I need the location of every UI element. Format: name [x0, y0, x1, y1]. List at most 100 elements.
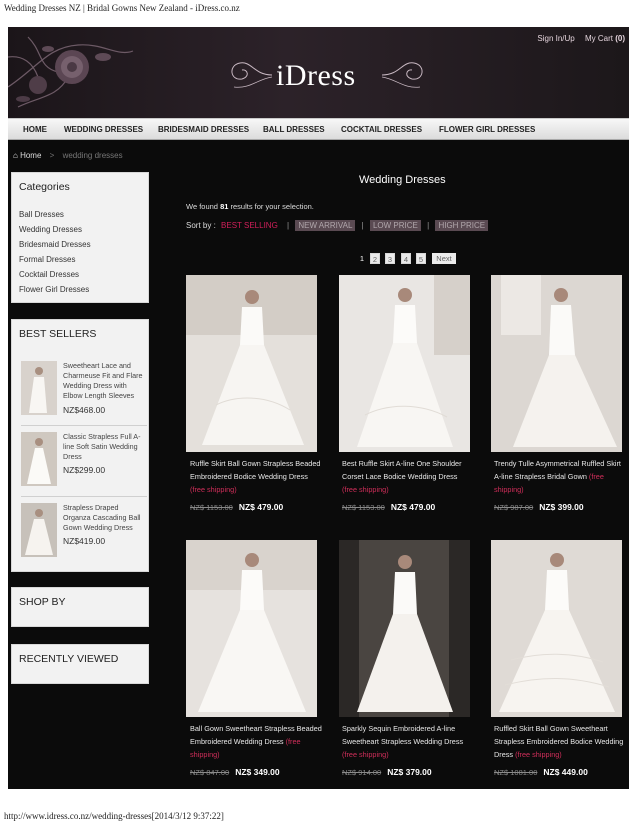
product-title[interactable]: Best Ruffle Skirt A-line One Shoulder Co… — [342, 457, 474, 496]
sort-bar: Sort by : BEST SELLING | NEW ARRIVAL | L… — [186, 220, 489, 231]
sale-price: NZ$ 349.00 — [235, 767, 280, 777]
product-price: NZ$ 847.00 NZ$ 349.00 — [190, 767, 280, 777]
original-price: NZ$ 1153.00 — [190, 503, 233, 512]
category-flower-girl-dresses[interactable]: Flower Girl Dresses — [19, 285, 89, 294]
breadcrumb-home[interactable]: Home — [20, 151, 41, 160]
product-name[interactable]: Ball Gown Sweetheart Strapless Beaded Em… — [190, 724, 322, 746]
best-seller-price: NZ$299.00 — [63, 465, 106, 475]
product-image[interactable] — [186, 275, 317, 452]
breadcrumb-current: wedding dresses — [62, 151, 123, 160]
sort-best-selling[interactable]: BEST SELLING — [218, 220, 281, 231]
site-header: iDress Sign In/Up My Cart (0) — [8, 27, 629, 118]
product-title[interactable]: Ruffled Skirt Ball Gown Sweetheart Strap… — [494, 722, 626, 761]
best-seller-name[interactable]: Classic Strapless Full A-line Soft Satin… — [63, 432, 147, 462]
sort-separator: | — [427, 221, 430, 230]
best-seller-price: NZ$468.00 — [63, 405, 106, 415]
cart-label: My Cart — [584, 34, 613, 43]
best-seller-thumbnail[interactable] — [21, 503, 57, 557]
product-title[interactable]: Ball Gown Sweetheart Strapless Beaded Em… — [190, 722, 322, 761]
sort-high-price[interactable]: HIGH PRICE — [435, 220, 489, 231]
product-price: NZ$ 1081.00 NZ$ 449.00 — [494, 767, 588, 777]
product-price: NZ$ 914.00 NZ$ 379.00 — [342, 767, 432, 777]
site-logo[interactable]: iDress — [276, 59, 356, 93]
nav-bridesmaid-dresses[interactable]: BRIDESMAID DRESSES — [158, 125, 249, 134]
page-link-3[interactable]: 3 — [385, 253, 395, 264]
divider — [21, 496, 147, 497]
browser-footer-url: http://www.idress.co.nz/wedding-dresses[… — [4, 811, 224, 821]
nav-flower-girl-dresses[interactable]: FLOWER GIRL DRESSES — [439, 125, 535, 134]
home-icon: ⌂ — [13, 151, 18, 160]
page-title: Wedding Dresses — [359, 174, 446, 186]
page-link-2[interactable]: 2 — [370, 253, 380, 264]
divider — [21, 425, 147, 426]
best-seller-name[interactable]: Sweetheart Lace and Charmeuse Fit and Fl… — [63, 361, 147, 401]
product-image[interactable] — [491, 540, 622, 717]
site-frame: iDress Sign In/Up My Cart (0) HOME WEDDI… — [8, 27, 629, 789]
best-seller-item[interactable]: Sweetheart Lace and Charmeuse Fit and Fl… — [21, 361, 147, 421]
cart-count: (0) — [615, 34, 625, 43]
sale-price: NZ$ 379.00 — [387, 767, 432, 777]
account-links: Sign In/Up My Cart (0) — [529, 34, 625, 43]
product-price: NZ$ 1153.00 NZ$ 479.00 — [190, 502, 283, 512]
sale-price: NZ$ 399.00 — [539, 502, 584, 512]
shop-by-box[interactable]: SHOP BY — [11, 587, 149, 627]
recently-viewed-title: RECENTLY VIEWED — [19, 653, 119, 665]
nav-cocktail-dresses[interactable]: COCKTAIL DRESSES — [341, 125, 422, 134]
sale-price: NZ$ 479.00 — [238, 502, 284, 512]
best-seller-thumbnail[interactable] — [21, 432, 57, 486]
sort-low-price[interactable]: LOW PRICE — [369, 220, 421, 231]
best-seller-item[interactable]: Classic Strapless Full A-line Soft Satin… — [21, 432, 147, 492]
logo-swirl-right-icon — [381, 62, 423, 88]
browser-page-title: Wedding Dresses NZ | Bridal Gowns New Ze… — [4, 3, 240, 13]
nav-wedding-dresses[interactable]: WEDDING DRESSES — [64, 125, 143, 134]
sort-separator: | — [361, 221, 364, 230]
product-name[interactable]: Ruffle Skirt Ball Gown Strapless Beaded … — [190, 459, 320, 481]
categories-box: Categories Ball Dresses Wedding Dresses … — [11, 172, 149, 303]
original-price: NZ$ 1153.00 — [342, 503, 385, 512]
page-link-5[interactable]: 5 — [416, 253, 426, 264]
result-count-number: 81 — [220, 202, 229, 211]
product-price: NZ$ 1153.00 NZ$ 479.00 — [342, 502, 435, 512]
free-shipping-label: (free shipping) — [515, 750, 562, 759]
product-name[interactable]: Sparkly Sequin Embroidered A-line Sweeth… — [342, 724, 463, 746]
free-shipping-label: (free shipping) — [190, 485, 237, 494]
breadcrumb-separator: > — [49, 151, 55, 160]
original-price: NZ$ 1081.00 — [494, 768, 538, 777]
best-sellers-box: BEST SELLERS Sweetheart Lace and Charmeu… — [11, 319, 149, 572]
product-image[interactable] — [186, 540, 317, 717]
result-count: We found 81 results for your selection. — [186, 202, 314, 211]
category-wedding-dresses[interactable]: Wedding Dresses — [19, 225, 82, 234]
product-title[interactable]: Ruffle Skirt Ball Gown Strapless Beaded … — [190, 457, 322, 496]
free-shipping-label: (free shipping) — [342, 750, 389, 759]
product-image[interactable] — [491, 275, 622, 452]
cart-link[interactable]: My Cart (0) — [585, 34, 625, 43]
sale-price: NZ$ 479.00 — [390, 502, 436, 512]
category-cocktail-dresses[interactable]: Cocktail Dresses — [19, 270, 79, 279]
category-formal-dresses[interactable]: Formal Dresses — [19, 255, 75, 264]
shop-by-title: SHOP BY — [19, 596, 66, 608]
categories-title: Categories — [19, 181, 70, 193]
next-page-button[interactable]: Next — [432, 253, 456, 264]
category-ball-dresses[interactable]: Ball Dresses — [19, 210, 64, 219]
product-name[interactable]: Best Ruffle Skirt A-line One Shoulder Co… — [342, 459, 462, 481]
category-bridesmaid-dresses[interactable]: Bridesmaid Dresses — [19, 240, 91, 249]
sort-new-arrival[interactable]: NEW ARRIVAL — [295, 220, 356, 231]
original-price: NZ$ 914.00 — [342, 768, 382, 777]
product-image[interactable] — [339, 275, 470, 452]
product-title[interactable]: Sparkly Sequin Embroidered A-line Sweeth… — [342, 722, 474, 761]
recently-viewed-box[interactable]: RECENTLY VIEWED — [11, 644, 149, 684]
page-link-4[interactable]: 4 — [401, 253, 411, 264]
nav-ball-dresses[interactable]: BALL DRESSES — [263, 125, 325, 134]
product-price: NZ$ 987.00 NZ$ 399.00 — [494, 502, 584, 512]
result-count-suffix: results for your selection. — [230, 202, 314, 211]
original-price: NZ$ 987.00 — [494, 503, 534, 512]
nav-home[interactable]: HOME — [23, 125, 47, 134]
best-seller-thumbnail[interactable] — [21, 361, 57, 415]
main-nav: HOME WEDDING DRESSES BRIDESMAID DRESSES … — [8, 118, 629, 140]
best-seller-item[interactable]: Strapless Draped Organza Cascading Ball … — [21, 503, 147, 563]
sort-separator: | — [287, 221, 290, 230]
product-title[interactable]: Trendy Tulle Asymmetrical Ruffled Skirt … — [494, 457, 626, 496]
sign-in-link[interactable]: Sign In/Up — [537, 34, 574, 43]
product-image[interactable] — [339, 540, 470, 717]
best-seller-name[interactable]: Strapless Draped Organza Cascading Ball … — [63, 503, 147, 533]
